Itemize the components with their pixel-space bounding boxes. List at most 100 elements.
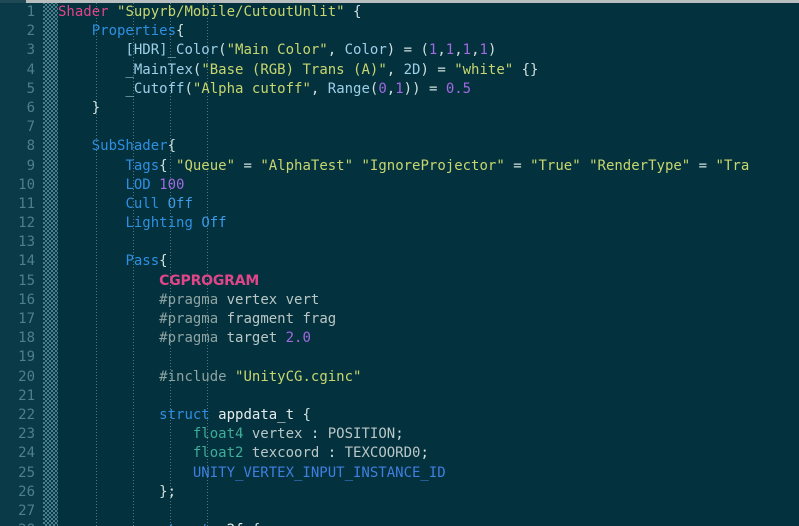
code-token: , — [386, 61, 404, 78]
code-token: , — [327, 42, 345, 59]
code-token: { — [344, 4, 362, 20]
code-token: , — [454, 42, 463, 59]
code-token: #pragma — [159, 291, 219, 308]
code-token: { — [243, 522, 260, 526]
line-number: 15 — [18, 272, 35, 289]
code-token: "IgnoreProjector" — [361, 157, 505, 174]
code-line[interactable]: SubShader{ — [58, 137, 799, 156]
code-line[interactable]: LOD 100 — [58, 176, 799, 195]
code-token: , — [471, 42, 480, 59]
line-number: 21 — [18, 387, 35, 404]
code-line[interactable]: float2 texcoord : TEXCOORD0; — [58, 444, 799, 463]
code-token: "Queue" — [176, 157, 236, 174]
code-line[interactable] — [58, 502, 799, 521]
code-line[interactable]: [HDR]_Color("Main Color", Color) = (1,1,… — [58, 41, 799, 60]
code-content-area[interactable]: Shader "Supyrb/Mobile/CutoutUnlit" { Pro… — [58, 3, 799, 526]
code-token: vertex — [251, 426, 303, 443]
code-token: Range — [327, 80, 370, 97]
line-number: 12 — [18, 215, 35, 232]
code-line[interactable]: UNITY_VERTEX_INPUT_INSTANCE_ID — [58, 464, 799, 483]
code-token: v2f — [218, 522, 243, 526]
code-token: float2 — [192, 445, 244, 462]
code-line[interactable] — [58, 387, 799, 406]
code-token: = — [504, 157, 531, 174]
code-token: 2.0 — [285, 330, 311, 347]
line-number: 4 — [26, 61, 35, 78]
code-token: LOD — [125, 176, 151, 193]
code-token: #pragma — [159, 330, 219, 347]
line-number: 10 — [18, 176, 35, 193]
code-token: "UnityCG.cginc" — [235, 368, 362, 385]
code-line[interactable]: Tags{ "Queue" = "AlphaTest" "IgnoreProje… — [58, 157, 799, 176]
code-line[interactable] — [58, 118, 799, 137]
code-line[interactable]: Properties{ — [58, 22, 799, 41]
code-line[interactable]: #include "UnityCG.cginc" — [58, 368, 799, 387]
code-token: "Base (RGB) Trans (A)" — [201, 61, 387, 78]
line-number: 16 — [18, 291, 35, 308]
code-token: "Supyrb/Mobile/CutoutUnlit" — [117, 4, 345, 20]
code-token: , — [386, 80, 396, 97]
code-line[interactable]: struct appdata_t { — [58, 406, 799, 425]
code-token: _Cutoff — [125, 80, 185, 97]
code-line[interactable]: float4 vertex : POSITION; — [58, 425, 799, 444]
code-editor[interactable]: 1 2 3 4 5 6 7 8 9 10 11 12 13 14 15 16 17 18 19 20 21 22 23 24 2… — [0, 0, 799, 526]
code-line[interactable]: struct v2f { — [58, 521, 799, 526]
code-line[interactable]: CGPROGRAM — [58, 272, 799, 291]
line-number: 19 — [18, 349, 35, 366]
code-token: "Tra — [715, 157, 750, 174]
code-token: : — [319, 445, 345, 462]
code-line[interactable]: _MainTex("Base (RGB) Trans (A)", 2D) = "… — [58, 61, 799, 80]
code-line[interactable]: Shader "Supyrb/Mobile/CutoutUnlit" { — [58, 3, 799, 22]
code-line[interactable]: #pragma target 2.0 — [58, 329, 799, 348]
code-line[interactable] — [58, 233, 799, 252]
code-token: ( — [218, 42, 227, 59]
code-line[interactable]: Pass{ — [58, 252, 799, 271]
code-line[interactable]: #pragma vertex vert — [58, 291, 799, 310]
code-token: { — [159, 253, 168, 270]
code-line[interactable]: Lighting Off — [58, 214, 799, 233]
code-token: ) — [487, 42, 497, 59]
code-token: Off — [201, 215, 227, 232]
line-number: 22 — [18, 406, 35, 423]
code-line[interactable]: } — [58, 99, 799, 118]
line-number: 14 — [18, 253, 35, 270]
line-number: 23 — [18, 426, 35, 443]
code-line[interactable]: #pragma fragment frag — [58, 310, 799, 329]
code-token: } — [91, 99, 101, 116]
code-token: ( — [184, 80, 193, 97]
code-token: Off — [167, 195, 193, 212]
code-token: target — [226, 330, 286, 347]
code-line[interactable] — [58, 348, 799, 367]
gutter-dither-band — [43, 0, 58, 526]
code-token: = — [235, 157, 261, 174]
code-line[interactable]: _Cutoff("Alpha cutoff", Range(0,1)) = 0.… — [58, 80, 799, 99]
code-token: : — [302, 426, 328, 443]
code-lines[interactable]: Shader "Supyrb/Mobile/CutoutUnlit" { Pro… — [58, 3, 799, 526]
code-token: struct — [159, 406, 210, 423]
code-line[interactable]: Cull Off — [58, 195, 799, 214]
code-line[interactable]: }; — [58, 483, 799, 502]
code-token: Tags — [125, 157, 160, 174]
line-number: 8 — [26, 138, 35, 155]
code-token: { — [167, 138, 177, 155]
code-token: [HDR]_Color — [125, 42, 219, 59]
